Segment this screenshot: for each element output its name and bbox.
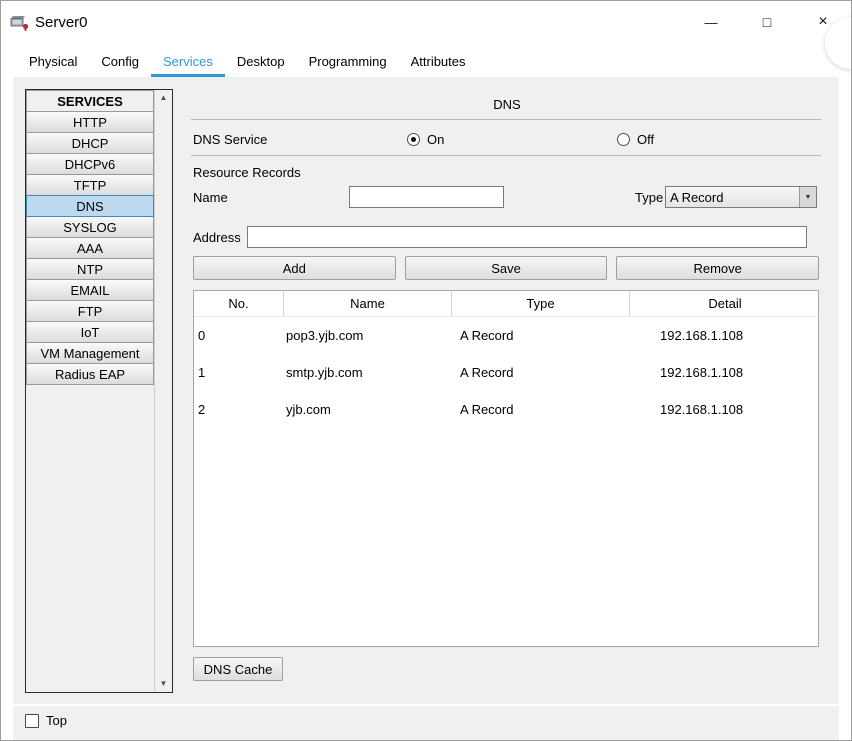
column-header-name[interactable]: Name [284, 291, 452, 316]
minimize-button[interactable]: — [683, 1, 739, 43]
cell-type: A Record [460, 402, 514, 417]
radio-on[interactable] [407, 133, 420, 146]
service-item[interactable]: AAA [26, 237, 154, 259]
cell-type: A Record [460, 328, 514, 343]
type-select[interactable]: A Record ▼ [665, 186, 817, 208]
sidebar-scrollbar[interactable]: ▲ ▼ [154, 90, 172, 692]
tab[interactable]: Attributes [399, 48, 478, 77]
window-title: Server0 [35, 13, 88, 31]
name-input[interactable] [349, 186, 504, 208]
radio-off-label: Off [637, 132, 655, 147]
services-list: SERVICES HTTP DHCP DHCPv6 TFTP DNS SYSLOG AAA N… [26, 90, 154, 692]
scroll-down-icon[interactable]: ▼ [155, 679, 172, 689]
table-row[interactable]: 1 smtp.yjb.com A Record 192.168.1.108 [194, 354, 818, 391]
service-item[interactable]: DHCP [26, 132, 154, 154]
service-item[interactable]: VM Management [26, 342, 154, 364]
tab[interactable]: Services [151, 48, 225, 77]
cell-name: yjb.com [286, 402, 331, 417]
services-sidebar: SERVICES HTTP DHCP DHCPv6 TFTP DNS SYSLOG AAA N… [25, 89, 173, 693]
address-label: Address [193, 230, 241, 245]
cell-name: pop3.yjb.com [286, 328, 364, 343]
column-header-type[interactable]: Type [452, 291, 630, 316]
content-area: SERVICES HTTP DHCP DHCPv6 TFTP DNS SYSLOG AAA N… [13, 77, 839, 704]
tab-bar: Physical Config Services Desktop Programming… [17, 48, 478, 77]
chevron-down-icon: ▼ [799, 187, 816, 207]
services-header: SERVICES [26, 90, 154, 112]
table-row[interactable]: 0 pop3.yjb.com A Record 192.168.1.108 [194, 317, 818, 354]
cell-detail: 192.168.1.108 [660, 402, 744, 417]
record-actions: Add Save Remove [193, 256, 820, 280]
panel-title: DNS [493, 97, 521, 112]
service-item[interactable]: TFTP [26, 174, 154, 196]
services-items: HTTP DHCP DHCPv6 TFTP DNS SYSLOG AAA NTP EMAIL FT… [26, 111, 154, 385]
top-checkbox[interactable] [25, 714, 39, 728]
radio-on-label: On [427, 132, 445, 147]
radio-off[interactable] [617, 133, 630, 146]
app-icon [9, 12, 29, 32]
cell-no: 2 [198, 402, 206, 417]
table-body: 0 pop3.yjb.com A Record 192.168.1.108 1 … [194, 317, 818, 428]
service-item[interactable]: SYSLOG [26, 216, 154, 238]
separator [191, 119, 821, 120]
separator [191, 155, 821, 156]
tab[interactable]: Desktop [225, 48, 297, 77]
dns-cache-button[interactable]: DNS Cache [193, 657, 283, 681]
cell-name: smtp.yjb.com [286, 365, 363, 380]
save-button[interactable]: Save [404, 256, 608, 280]
titlebar: Server0 — □ × [1, 1, 851, 43]
type-label: Type [635, 190, 664, 205]
table-header: No. Name Type Detail [194, 291, 818, 317]
cell-detail: 192.168.1.108 [660, 365, 744, 380]
top-checkbox-label: Top [46, 713, 67, 728]
service-item[interactable]: NTP [26, 258, 154, 280]
table-row[interactable]: 2 yjb.com A Record 192.168.1.108 [194, 391, 818, 428]
records-table: No. Name Type Detail 0 pop3.yjb.com A Re… [193, 290, 819, 647]
cell-type: A Record [460, 365, 514, 380]
service-item[interactable]: DNS [26, 195, 154, 217]
cell-no: 1 [198, 365, 206, 380]
type-select-value: A Record [670, 189, 724, 205]
footer-bar: Top [13, 706, 839, 740]
name-label: Name [193, 190, 228, 205]
service-item[interactable]: EMAIL [26, 279, 154, 301]
tab[interactable]: Config [89, 48, 151, 77]
resource-records-label: Resource Records [193, 165, 301, 180]
remove-button[interactable]: Remove [616, 256, 820, 280]
address-input[interactable] [247, 226, 807, 248]
service-item[interactable]: Radius EAP [26, 363, 154, 385]
service-item[interactable]: IoT [26, 321, 154, 343]
dns-service-label: DNS Service [193, 132, 268, 147]
tab[interactable]: Physical [17, 48, 89, 77]
column-header-no[interactable]: No. [194, 291, 284, 316]
server-window: Server0 — □ × Physical Config Services Desk… [0, 0, 852, 741]
service-item[interactable]: HTTP [26, 111, 154, 133]
cell-detail: 192.168.1.108 [660, 328, 744, 343]
scroll-up-icon[interactable]: ▲ [155, 93, 172, 103]
dns-panel: DNS DNS Service On Off Resource Records … [191, 77, 823, 704]
tab[interactable]: Programming [297, 48, 399, 77]
service-item[interactable]: DHCPv6 [26, 153, 154, 175]
cell-no: 0 [198, 328, 206, 343]
add-button[interactable]: Add [193, 256, 396, 280]
service-item[interactable]: FTP [26, 300, 154, 322]
column-header-detail[interactable]: Detail [630, 291, 818, 316]
maximize-button[interactable]: □ [739, 1, 795, 43]
